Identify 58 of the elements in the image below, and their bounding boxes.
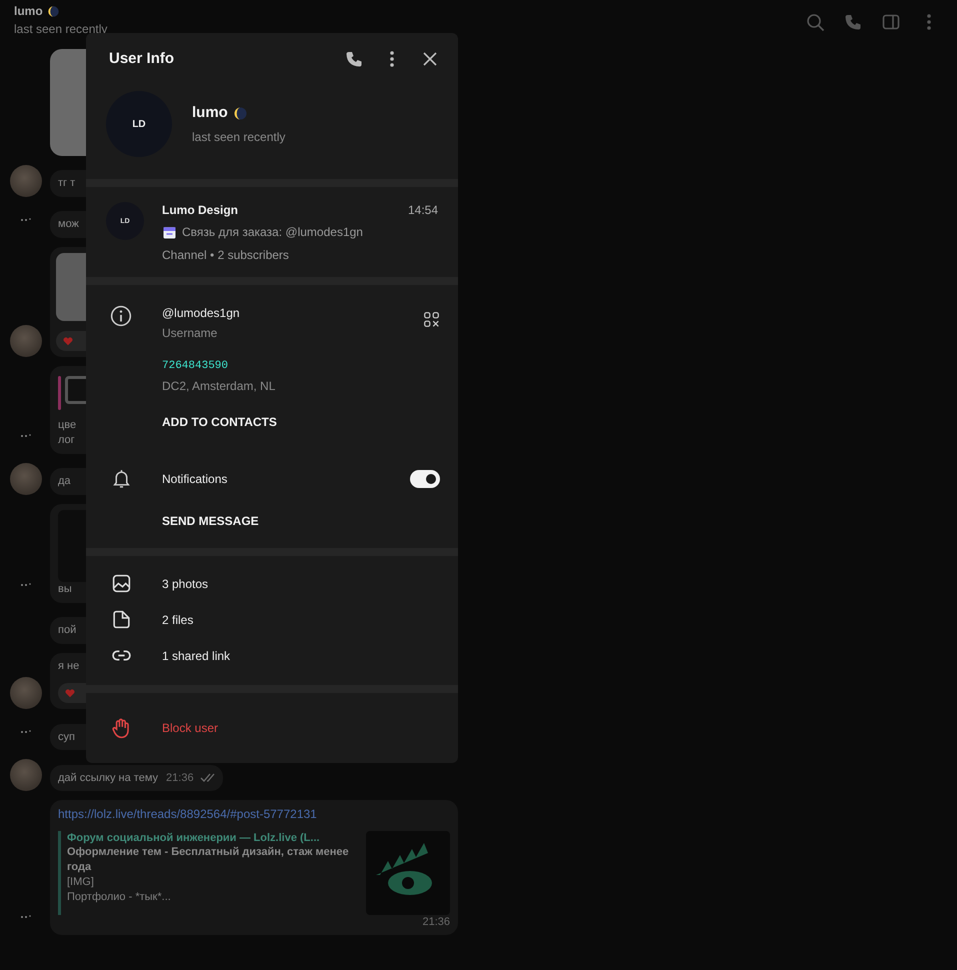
- channel-name[interactable]: Lumo Design: [162, 202, 238, 218]
- hand-icon: [110, 716, 132, 739]
- block-user-button[interactable]: Block user: [162, 720, 218, 736]
- message-text: пой: [58, 622, 76, 638]
- phone-icon[interactable]: [344, 49, 364, 70]
- media-link[interactable]: 1 shared link: [162, 648, 230, 664]
- username-value[interactable]: @lumodes1gn: [162, 304, 393, 321]
- avatar[interactable]: [10, 165, 42, 197]
- send-message-button[interactable]: SEND MESSAGE: [162, 513, 259, 530]
- message-text: цве: [58, 418, 76, 433]
- quote-bar: [58, 376, 61, 410]
- avatar[interactable]: [10, 677, 42, 710]
- add-to-contacts-button[interactable]: ADD TO CONTACTS: [162, 414, 277, 430]
- moon-icon: [232, 106, 248, 121]
- profile-status: last seen recently: [192, 129, 286, 146]
- dialog-title: User Info: [109, 49, 174, 69]
- chat-status: last seen recently: [14, 21, 108, 38]
- notifications-label: Notifications: [162, 470, 228, 487]
- preview-text: [IMG]: [67, 875, 95, 890]
- channel-message: Связь для заказа: @lumodes1gn: [182, 224, 363, 241]
- moon-icon: [46, 4, 60, 18]
- bell-icon: [110, 468, 132, 490]
- message-text: тг т: [58, 176, 76, 191]
- message-time: 21:36: [166, 770, 194, 786]
- sidebar-icon[interactable]: [881, 12, 901, 32]
- preview-site-name: Форум социальной инженерии — Lolz.live (L...: [67, 830, 321, 846]
- search-icon[interactable]: [805, 12, 825, 32]
- profile-name: lumo: [192, 103, 228, 124]
- message-text: мож: [58, 217, 79, 232]
- media-link[interactable]: 3 photos: [162, 576, 208, 592]
- calendar-icon: [162, 225, 177, 240]
- message-text: я не: [58, 658, 80, 674]
- heart-icon: [62, 335, 74, 347]
- avatar[interactable]: [10, 325, 42, 357]
- qr-code-icon[interactable]: [423, 311, 440, 328]
- message-time: 21:36: [421, 914, 450, 930]
- preview-text: Портфолио - *тык*...: [67, 890, 172, 905]
- username-label: Username: [162, 325, 218, 342]
- preview-title: Оформление тем - Бесплатный дизайн, стаж менее года: [67, 845, 350, 876]
- datacenter-text: DC2, Amsterdam, NL: [162, 378, 276, 394]
- message-text: вы: [58, 582, 72, 597]
- toggle-switch[interactable]: [410, 470, 440, 488]
- image-icon: [110, 573, 132, 594]
- message-text: лог: [58, 432, 75, 448]
- avatar[interactable]: [10, 462, 42, 495]
- avatar[interactable]: [10, 759, 42, 792]
- info-icon: [110, 304, 132, 327]
- message-text: да: [58, 474, 71, 489]
- profile-avatar: LD: [106, 91, 172, 158]
- channel-time: 14:54: [408, 202, 438, 218]
- chat-title: lumo: [14, 3, 43, 20]
- file-icon: [110, 609, 132, 630]
- heart-icon: [64, 687, 76, 700]
- channel-meta: Channel • 2 subscribers: [162, 246, 290, 263]
- user-id[interactable]: 7264843590: [162, 359, 393, 374]
- message-text: дай ссылку на тему: [58, 770, 158, 786]
- message-text: суп: [58, 730, 75, 744]
- media-link[interactable]: 2 files: [162, 612, 194, 628]
